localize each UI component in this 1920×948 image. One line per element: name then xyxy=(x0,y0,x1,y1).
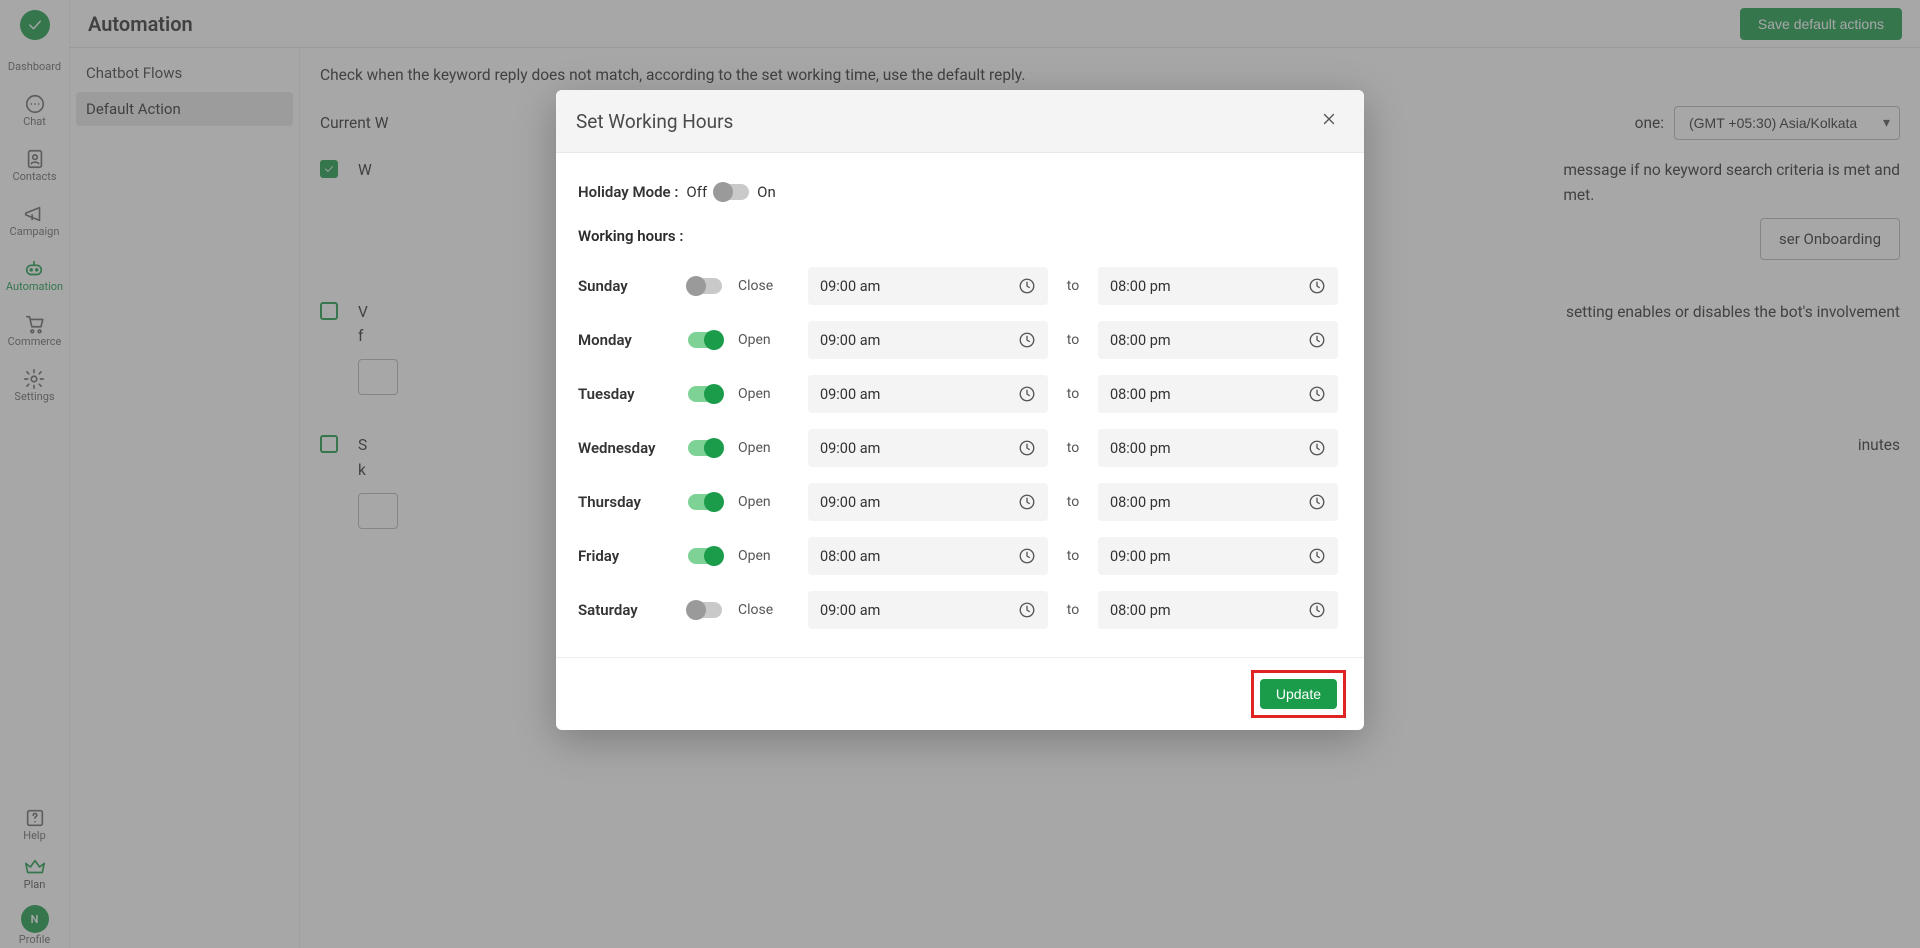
day-open-toggle[interactable] xyxy=(688,494,722,510)
day-state-label: Open xyxy=(738,386,798,402)
day-row-thursday: Thursday Open 09:00 am to 08:00 pm xyxy=(578,475,1342,529)
holiday-off-label: Off xyxy=(686,183,707,201)
day-name: Sunday xyxy=(578,277,678,295)
day-open-toggle[interactable] xyxy=(688,440,722,456)
day-from-time[interactable]: 09:00 am xyxy=(808,375,1048,413)
clock-icon xyxy=(1308,547,1326,565)
day-to-time[interactable]: 08:00 pm xyxy=(1098,429,1338,467)
clock-icon xyxy=(1308,493,1326,511)
day-row-wednesday: Wednesday Open 09:00 am to 08:00 pm xyxy=(578,421,1342,475)
clock-icon xyxy=(1018,493,1036,511)
to-label: to xyxy=(1058,332,1088,348)
to-label: to xyxy=(1058,386,1088,402)
day-name: Monday xyxy=(578,331,678,349)
working-hours-modal: Set Working Hours Holiday Mode : Off On … xyxy=(556,90,1364,730)
day-to-time[interactable]: 08:00 pm xyxy=(1098,375,1338,413)
clock-icon xyxy=(1018,547,1036,565)
modal-footer: Update xyxy=(556,657,1364,730)
modal-header: Set Working Hours xyxy=(556,90,1364,153)
day-state-label: Close xyxy=(738,602,798,618)
modal-overlay: Set Working Hours Holiday Mode : Off On … xyxy=(0,0,1920,948)
day-from-time[interactable]: 09:00 am xyxy=(808,321,1048,359)
holiday-mode-toggle[interactable] xyxy=(715,184,749,200)
close-icon xyxy=(1320,110,1338,128)
day-open-toggle[interactable] xyxy=(688,386,722,402)
day-from-time[interactable]: 09:00 am xyxy=(808,429,1048,467)
day-open-toggle[interactable] xyxy=(688,602,722,618)
day-open-toggle[interactable] xyxy=(688,278,722,294)
day-to-time[interactable]: 08:00 pm xyxy=(1098,591,1338,629)
to-label: to xyxy=(1058,548,1088,564)
day-name: Saturday xyxy=(578,601,678,619)
day-state-label: Open xyxy=(738,494,798,510)
clock-icon xyxy=(1018,439,1036,457)
day-row-saturday: Saturday Close 09:00 am to 08:00 pm xyxy=(578,583,1342,637)
day-from-time[interactable]: 09:00 am xyxy=(808,267,1048,305)
clock-icon xyxy=(1308,601,1326,619)
day-state-label: Open xyxy=(738,548,798,564)
to-label: to xyxy=(1058,494,1088,510)
day-name: Wednesday xyxy=(578,439,678,457)
day-state-label: Open xyxy=(738,440,798,456)
day-row-sunday: Sunday Close 09:00 am to 08:00 pm xyxy=(578,259,1342,313)
day-to-time[interactable]: 08:00 pm xyxy=(1098,483,1338,521)
update-button[interactable]: Update xyxy=(1260,679,1337,709)
clock-icon xyxy=(1018,601,1036,619)
day-from-time[interactable]: 09:00 am xyxy=(808,591,1048,629)
day-name: Friday xyxy=(578,547,678,565)
day-row-tuesday: Tuesday Open 09:00 am to 08:00 pm xyxy=(578,367,1342,421)
day-open-toggle[interactable] xyxy=(688,332,722,348)
update-highlight-box: Update xyxy=(1251,670,1346,718)
day-from-time[interactable]: 09:00 am xyxy=(808,483,1048,521)
modal-close-button[interactable] xyxy=(1314,106,1344,136)
modal-body: Holiday Mode : Off On Working hours : Su… xyxy=(556,153,1364,657)
day-name: Tuesday xyxy=(578,385,678,403)
working-hours-subtitle: Working hours : xyxy=(578,221,1342,259)
holiday-on-label: On xyxy=(757,183,776,201)
day-from-time[interactable]: 08:00 am xyxy=(808,537,1048,575)
day-state-label: Close xyxy=(738,278,798,294)
day-name: Thursday xyxy=(578,493,678,511)
to-label: to xyxy=(1058,440,1088,456)
clock-icon xyxy=(1308,277,1326,295)
day-row-friday: Friday Open 08:00 am to 09:00 pm xyxy=(578,529,1342,583)
clock-icon xyxy=(1018,277,1036,295)
clock-icon xyxy=(1308,385,1326,403)
holiday-mode-label: Holiday Mode : xyxy=(578,183,678,201)
day-to-time[interactable]: 08:00 pm xyxy=(1098,267,1338,305)
modal-title: Set Working Hours xyxy=(576,110,733,133)
clock-icon xyxy=(1018,331,1036,349)
day-to-time[interactable]: 09:00 pm xyxy=(1098,537,1338,575)
clock-icon xyxy=(1308,331,1326,349)
day-to-time[interactable]: 08:00 pm xyxy=(1098,321,1338,359)
day-state-label: Open xyxy=(738,332,798,348)
to-label: to xyxy=(1058,602,1088,618)
day-row-monday: Monday Open 09:00 am to 08:00 pm xyxy=(578,313,1342,367)
holiday-mode-row: Holiday Mode : Off On xyxy=(578,173,1342,221)
to-label: to xyxy=(1058,278,1088,294)
clock-icon xyxy=(1308,439,1326,457)
day-open-toggle[interactable] xyxy=(688,548,722,564)
clock-icon xyxy=(1018,385,1036,403)
